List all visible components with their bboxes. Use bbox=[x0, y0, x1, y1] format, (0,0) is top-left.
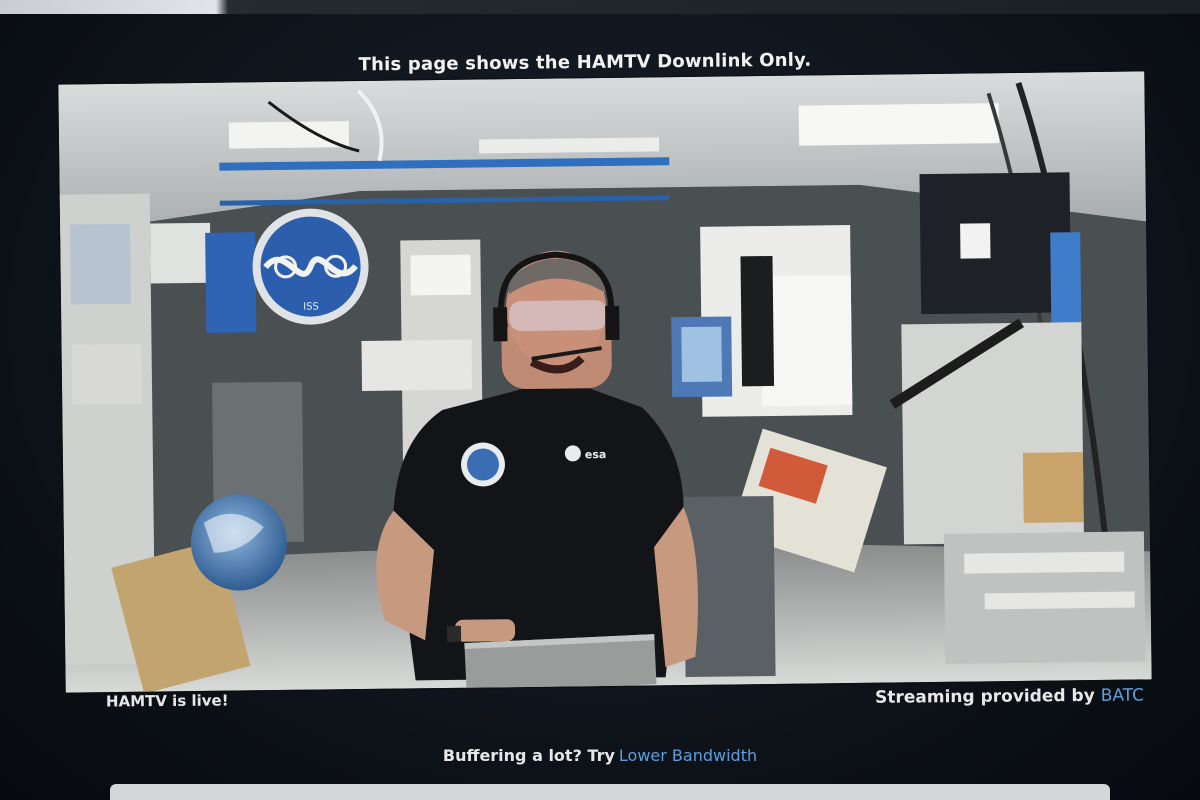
screen: This page shows the HAMTV Downlink Only. bbox=[0, 0, 1200, 800]
video-frame: ISS esa bbox=[58, 71, 1152, 693]
buffering-hint: Buffering a lot? Try Lower Bandwidth bbox=[0, 746, 1200, 765]
lower-bandwidth-link[interactable]: Lower Bandwidth bbox=[619, 746, 757, 765]
buffering-question: Buffering a lot? Try bbox=[442, 746, 615, 765]
bottom-panel bbox=[110, 784, 1110, 800]
svg-text:ISS: ISS bbox=[303, 301, 319, 312]
streaming-credit: Streaming provided by BATC bbox=[875, 685, 1144, 707]
live-status-text: HAMTV is live! bbox=[105, 691, 229, 711]
batc-link[interactable]: BATC bbox=[1101, 685, 1144, 705]
browser-top-strip bbox=[0, 0, 1200, 14]
streaming-credit-label: Streaming provided by bbox=[874, 685, 1095, 708]
svg-text:esa: esa bbox=[585, 448, 607, 461]
video-player[interactable]: ISS esa bbox=[58, 71, 1152, 693]
